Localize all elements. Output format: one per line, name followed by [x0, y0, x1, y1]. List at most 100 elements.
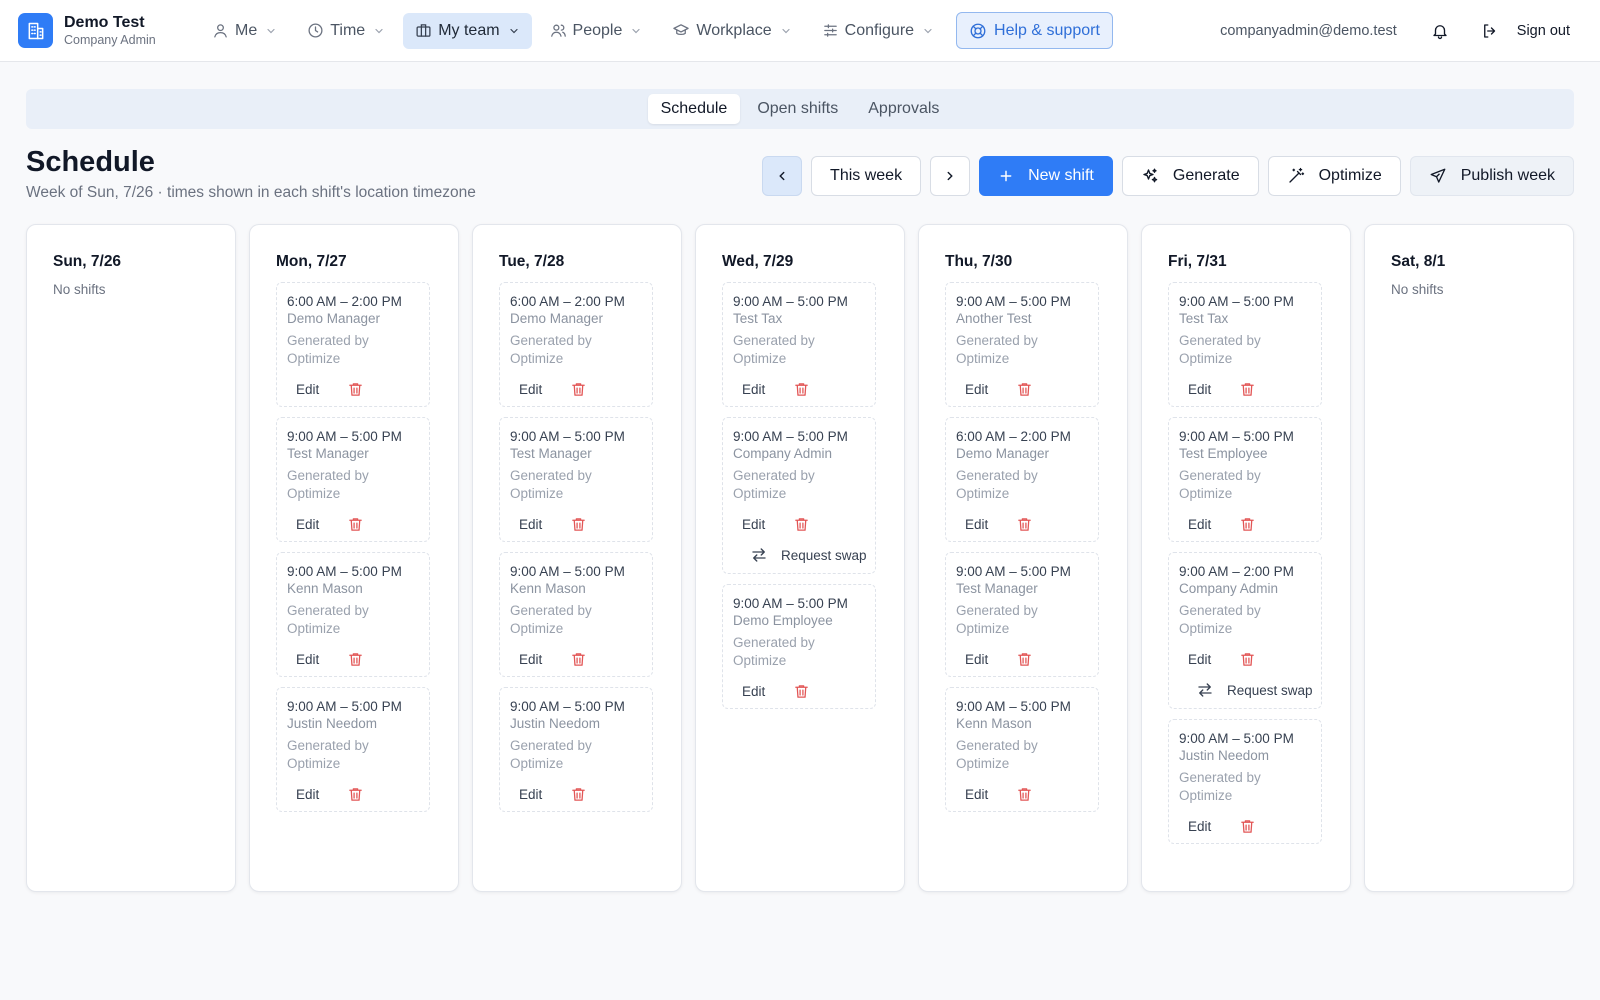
edit-shift-button[interactable]: Edit [296, 787, 319, 802]
edit-shift-button[interactable]: Edit [1188, 819, 1211, 834]
day-column: Mon, 7/27 6:00 AM – 2:00 PM Demo Manager Ge… [249, 224, 459, 892]
shift-source: Generated by Optimize [956, 738, 1038, 771]
delete-shift-button[interactable] [1016, 651, 1033, 668]
shift-actions: Edit [287, 642, 429, 676]
trash-icon [1016, 381, 1033, 398]
sign-out-label: Sign out [1516, 22, 1570, 39]
shift-card[interactable]: 9:00 AM – 5:00 PM Justin Needom Generated … [499, 687, 653, 812]
delete-shift-button[interactable] [347, 786, 364, 803]
nav-item-my-team[interactable]: My team [403, 12, 532, 49]
shift-card[interactable]: 9:00 AM – 5:00 PM Test Manager Generated b… [276, 417, 430, 542]
edit-shift-button[interactable]: Edit [519, 517, 542, 532]
edit-shift-button[interactable]: Edit [965, 517, 988, 532]
nav-item-time[interactable]: Time [295, 13, 397, 49]
shift-card[interactable]: 9:00 AM – 5:00 PM Kenn Mason Generated by … [499, 552, 653, 677]
delete-shift-button[interactable] [1239, 381, 1256, 398]
delete-shift-button[interactable] [1239, 516, 1256, 533]
previous-week-button[interactable] [762, 156, 803, 196]
help-support-button[interactable]: Help & support [956, 12, 1113, 49]
edit-shift-button[interactable]: Edit [965, 382, 988, 397]
shift-card[interactable]: 9:00 AM – 5:00 PM Test Tax Generated by Op… [1168, 282, 1322, 407]
day-title: Wed, 7/29 [722, 253, 794, 270]
delete-shift-button[interactable] [570, 651, 587, 668]
trash-icon [570, 651, 587, 668]
delete-shift-button[interactable] [1016, 786, 1033, 803]
sliders-icon [823, 24, 837, 37]
edit-shift-button[interactable]: Edit [965, 787, 988, 802]
delete-shift-button[interactable] [347, 516, 364, 533]
shift-card[interactable]: 9:00 AM – 2:00 PM Company Admin Generated … [1168, 552, 1322, 709]
edit-shift-button[interactable]: Edit [296, 652, 319, 667]
nav-item-people[interactable]: People [538, 13, 655, 49]
sign-out-button[interactable]: Sign out [1481, 22, 1570, 40]
shift-card[interactable]: 9:00 AM – 5:00 PM Test Employee Generated … [1168, 417, 1322, 542]
notifications-button[interactable] [1423, 14, 1457, 48]
edit-shift-button[interactable]: Edit [965, 652, 988, 667]
delete-shift-button[interactable] [793, 381, 810, 398]
delete-shift-button[interactable] [793, 516, 810, 533]
shift-card[interactable]: 9:00 AM – 5:00 PM Kenn Mason Generated by … [945, 687, 1099, 812]
shift-source: Generated by Optimize [510, 603, 592, 636]
edit-shift-button[interactable]: Edit [519, 652, 542, 667]
publish-week-button[interactable]: Publish week [1409, 156, 1574, 196]
delete-shift-button[interactable] [1016, 381, 1033, 398]
delete-shift-button[interactable] [793, 683, 810, 700]
brand[interactable]: Demo Test Company Admin [18, 13, 193, 48]
edit-shift-button[interactable]: Edit [519, 787, 542, 802]
request-swap-button[interactable]: Request swap [1179, 676, 1321, 704]
shift-card[interactable]: 6:00 AM – 2:00 PM Demo Manager Generated b… [499, 282, 653, 407]
shift-card[interactable]: 9:00 AM – 5:00 PM Test Manager Generated b… [499, 417, 653, 542]
building-icon [18, 13, 53, 48]
this-week-button[interactable]: This week [811, 156, 922, 196]
shift-card[interactable]: 6:00 AM – 2:00 PM Demo Manager Generated b… [945, 417, 1099, 542]
tab-open-shifts[interactable]: Open shifts [744, 94, 851, 124]
shift-card[interactable]: 9:00 AM – 5:00 PM Justin Needom Generated … [276, 687, 430, 812]
shift-source: Generated by Optimize [1179, 333, 1261, 366]
generate-button[interactable]: Generate [1121, 156, 1259, 196]
shift-card[interactable]: 9:00 AM – 5:00 PM Test Manager Generated b… [945, 552, 1099, 677]
delete-shift-button[interactable] [1239, 818, 1256, 835]
sparkles-icon [1143, 168, 1158, 183]
edit-shift-button[interactable]: Edit [1188, 382, 1211, 397]
optimize-button[interactable]: Optimize [1267, 156, 1401, 196]
nav-item-workplace[interactable]: Workplace [660, 13, 803, 49]
edit-shift-button[interactable]: Edit [296, 517, 319, 532]
nav-item-configure[interactable]: Configure [810, 13, 946, 49]
shift-card[interactable]: 6:00 AM – 2:00 PM Demo Manager Generated b… [276, 282, 430, 407]
delete-shift-button[interactable] [1239, 651, 1256, 668]
tab-schedule[interactable]: Schedule [647, 94, 741, 124]
delete-shift-button[interactable] [347, 651, 364, 668]
edit-shift-button[interactable]: Edit [519, 382, 542, 397]
edit-shift-button[interactable]: Edit [742, 684, 765, 699]
new-shift-label: New shift [1028, 167, 1094, 184]
request-swap-button[interactable]: Request swap [733, 541, 875, 569]
shift-card[interactable]: 9:00 AM – 5:00 PM Justin Needom Generated … [1168, 719, 1322, 844]
edit-shift-button[interactable]: Edit [1188, 652, 1211, 667]
edit-shift-button[interactable]: Edit [742, 517, 765, 532]
shift-card[interactable]: 9:00 AM – 5:00 PM Company Admin Generated … [722, 417, 876, 574]
tab-approvals[interactable]: Approvals [855, 94, 952, 124]
request-swap-label: Request swap [1227, 682, 1313, 698]
shift-time: 9:00 AM – 5:00 PM [733, 294, 848, 309]
next-week-button[interactable] [930, 156, 971, 196]
shift-time: 9:00 AM – 5:00 PM [287, 564, 402, 579]
shift-card[interactable]: 9:00 AM – 5:00 PM Kenn Mason Generated by … [276, 552, 430, 677]
shift-actions: Edit [1179, 372, 1321, 406]
shift-employee: Test Manager [956, 581, 1038, 596]
schedule-subtabs: Schedule Open shifts Approvals [26, 89, 1574, 129]
delete-shift-button[interactable] [570, 381, 587, 398]
edit-shift-button[interactable]: Edit [296, 382, 319, 397]
delete-shift-button[interactable] [1016, 516, 1033, 533]
nav-item-me[interactable]: Me [200, 13, 289, 49]
delete-shift-button[interactable] [347, 381, 364, 398]
shift-employee: Demo Manager [287, 311, 381, 326]
delete-shift-button[interactable] [570, 516, 587, 533]
shift-card[interactable]: 9:00 AM – 5:00 PM Another Test Generated b… [945, 282, 1099, 407]
send-icon [1430, 168, 1446, 183]
edit-shift-button[interactable]: Edit [742, 382, 765, 397]
delete-shift-button[interactable] [570, 786, 587, 803]
new-shift-button[interactable]: New shift [979, 156, 1113, 196]
shift-card[interactable]: 9:00 AM – 5:00 PM Test Tax Generated by Op… [722, 282, 876, 407]
edit-shift-button[interactable]: Edit [1188, 517, 1211, 532]
shift-card[interactable]: 9:00 AM – 5:00 PM Demo Employee Generated … [722, 584, 876, 709]
